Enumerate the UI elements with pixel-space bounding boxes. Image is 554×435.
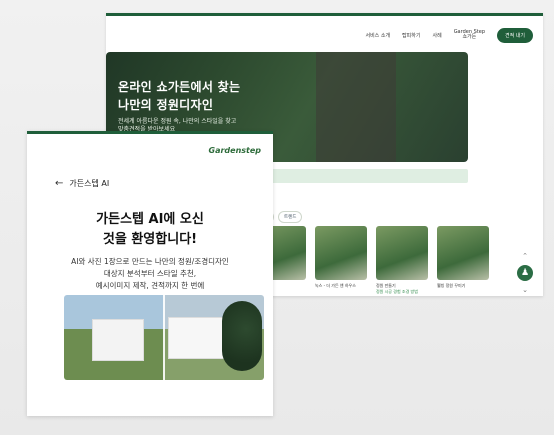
after-image [164, 295, 264, 380]
hero-title-line2: 나만의 정원디자인 [118, 98, 214, 112]
brand-logo: Gardenstep [208, 146, 262, 155]
chip-trend[interactable]: 트렌드 [278, 211, 303, 223]
hero-building [316, 52, 396, 162]
hero-title-line1: 온라인 쇼가든에서 찾는 [118, 80, 241, 94]
quote-button[interactable]: 견적 내기 [497, 27, 533, 43]
garden-card[interactable]: 웰빙 정원 꾸미기 [437, 226, 489, 295]
description-line1: AI와 사진 1장으로 만드는 나만의 정원/조경디자인 [71, 257, 229, 266]
before-after-image[interactable] [64, 295, 264, 380]
after-house [168, 317, 230, 359]
garden-card-caption: 웰빙 정원 꾸미기 [437, 283, 466, 288]
badge-bottom-text: 쇼가든 [462, 34, 477, 40]
garden-card-image [315, 226, 367, 280]
nav-item-cases[interactable]: 사례 [432, 32, 441, 39]
garden-card[interactable]: 녹스 - 더 가든 앤 하우스 [315, 226, 367, 295]
before-house [92, 319, 144, 361]
search-bar[interactable] [266, 169, 468, 183]
hero-sub-line1: 전세계 아름다운 정원 속, 나만의 스타일을 찾고 [118, 118, 237, 125]
nav-item-service[interactable]: 서비스 소개 [365, 32, 390, 39]
after-tree [222, 301, 262, 371]
garden-card-caption: 녹스 - 더 가든 앤 하우스 [315, 283, 356, 288]
garden-card-image [376, 226, 428, 280]
chevron-up-icon[interactable]: ⌃ [522, 252, 528, 260]
description-line2: 대상지 분석부터 스타일 추천, [103, 269, 197, 278]
nav-item-browse[interactable]: 탑피하기 [402, 32, 420, 39]
description-line3: 예시이미지 제작, 견적까지 한 번에 [95, 281, 205, 290]
arrow-left-icon[interactable]: ← [55, 178, 63, 189]
side-controls: ⌃ ♟ ⌄ [517, 252, 533, 294]
back-header-label: 가든스텝 AI [69, 179, 110, 188]
before-image [64, 295, 164, 380]
garden-cards: 녹스 - 더 가든 앤 하우스 정원 만들기 정원 시공 경험 조경 방법 웰빙… [254, 226, 489, 295]
showgarden-badge[interactable]: Garden Step 쇼가든 [454, 30, 485, 40]
compare-divider-handle[interactable] [163, 295, 165, 380]
top-navigation: 서비스 소개 탑피하기 사례 Garden Step 쇼가든 견적 내기 [365, 26, 533, 44]
garden-card-subcaption: 정원 시공 경험 조경 방법 [376, 289, 418, 294]
garden-card-image [437, 226, 489, 280]
back-header: ← 가든스텝 AI [55, 178, 109, 189]
garden-card[interactable]: 정원 만들기 정원 시공 경험 조경 방법 [376, 226, 428, 295]
app-window: Gardenstep ← 가든스텝 AI 가든스텝 AI에 오신 것을 환영합니… [27, 131, 273, 416]
chevron-down-icon[interactable]: ⌄ [522, 286, 528, 294]
welcome-title-line2: 것을 환영합니다! [102, 232, 198, 247]
chat-icon[interactable]: ♟ [517, 265, 533, 281]
welcome-title-line1: 가든스텝 AI에 오신 [96, 212, 204, 227]
